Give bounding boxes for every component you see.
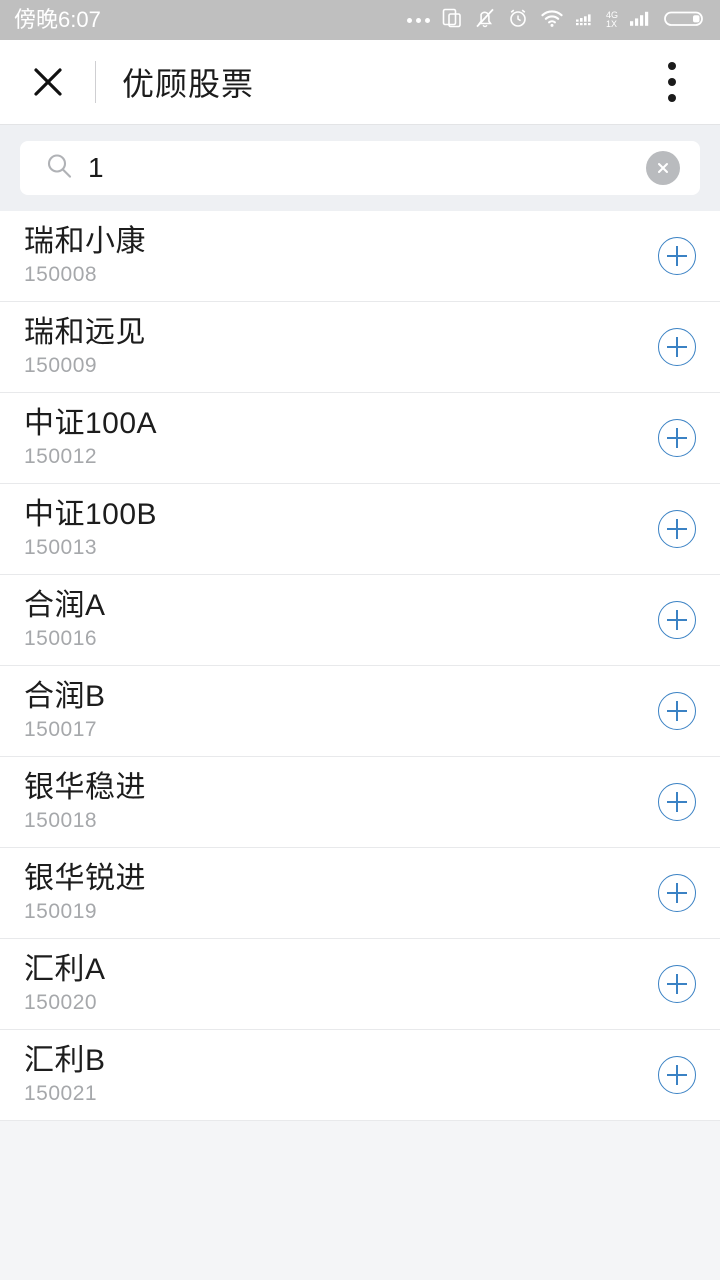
stock-name: 瑞和远见 — [24, 316, 146, 349]
page-title: 优顾股票 — [122, 66, 255, 102]
plus-icon — [667, 337, 687, 357]
table-row[interactable]: 汇利A 150020 — [0, 939, 720, 1030]
row-text-group: 汇利A 150020 — [24, 953, 106, 1015]
row-text-group: 瑞和远见 150009 — [24, 316, 146, 378]
add-stock-button[interactable] — [658, 237, 696, 275]
stock-result-list[interactable]: 瑞和小康 150008 瑞和远见 150009 中证100A 150012 中证100B 15… — [0, 211, 720, 1280]
plus-icon — [667, 519, 687, 539]
table-row[interactable]: 中证100B 150013 — [0, 484, 720, 575]
stock-code: 150020 — [24, 991, 98, 1014]
stock-name: 中证100B — [24, 498, 158, 531]
status-bar-icons: 4G 1X — [406, 0, 706, 40]
overflow-menu-button[interactable] — [650, 56, 694, 108]
add-stock-button[interactable] — [658, 601, 696, 639]
add-stock-button[interactable] — [658, 419, 696, 457]
close-button[interactable] — [26, 60, 70, 104]
stock-name: 合润A — [24, 589, 106, 622]
row-text-group: 中证100B 150013 — [24, 498, 157, 560]
add-stock-button[interactable] — [658, 692, 696, 730]
battery-icon — [664, 7, 706, 34]
row-text-group: 瑞和小康 150008 — [24, 225, 146, 287]
signal-bars-icon — [629, 7, 653, 34]
add-stock-button[interactable] — [658, 783, 696, 821]
stock-code: 150013 — [24, 536, 98, 559]
table-row[interactable]: 瑞和小康 150008 — [0, 211, 720, 302]
table-row[interactable]: 合润A 150016 — [0, 575, 720, 666]
table-row[interactable]: 瑞和远见 150009 — [0, 302, 720, 393]
table-row[interactable]: 汇利B 150021 — [0, 1030, 720, 1121]
status-bar-time: 傍晚6:07 — [14, 7, 101, 32]
alarm-clock-icon — [507, 7, 529, 34]
add-stock-button[interactable] — [658, 874, 696, 912]
stock-code: 150008 — [24, 263, 98, 286]
search-box[interactable] — [20, 141, 700, 195]
plus-icon — [667, 792, 687, 812]
plus-icon — [667, 974, 687, 994]
mute-bell-icon — [474, 7, 496, 34]
network-type-label: 4G 1X — [605, 10, 618, 29]
stock-code: 150019 — [24, 900, 98, 923]
app-screen: 傍晚6:07 4G 1X 优顾股票 1 瑞和小康 150008 瑞和远见 150… — [0, 0, 720, 1280]
plus-icon — [667, 246, 687, 266]
list-empty-area — [0, 1121, 720, 1280]
wifi-icon — [540, 7, 564, 34]
plus-icon — [667, 610, 687, 630]
row-text-group: 银华锐进 150019 — [24, 862, 146, 924]
screen-cast-icon — [441, 7, 463, 34]
add-stock-button[interactable] — [658, 328, 696, 366]
row-text-group: 汇利B 150021 — [24, 1044, 106, 1106]
title-bar: 优顾股票 — [0, 40, 720, 125]
plus-icon — [667, 1065, 687, 1085]
stock-code: 150017 — [24, 718, 98, 741]
plus-icon — [667, 701, 687, 721]
table-row[interactable]: 合润B 150017 — [0, 666, 720, 757]
stock-name: 汇利B — [24, 1044, 106, 1077]
stock-name: 汇利A — [24, 953, 106, 986]
search-input[interactable] — [74, 141, 646, 195]
search-icon — [44, 151, 74, 186]
row-text-group: 合润B 150017 — [24, 680, 106, 742]
stock-code: 150012 — [24, 445, 98, 468]
title-divider — [95, 61, 96, 103]
table-row[interactable]: 银华锐进 150019 — [0, 848, 720, 939]
stock-name: 合润B — [24, 680, 106, 713]
signal-4g-icon — [575, 7, 601, 34]
stock-name: 银华稳进 — [24, 771, 146, 804]
row-text-group: 合润A 150016 — [24, 589, 106, 651]
stock-code: 150009 — [24, 354, 98, 377]
close-icon — [658, 163, 668, 173]
clear-search-button[interactable] — [646, 151, 680, 185]
search-bar-container — [0, 125, 720, 211]
status-bar: 傍晚6:07 4G 1X — [0, 0, 720, 40]
table-row[interactable]: 中证100A 150012 — [0, 393, 720, 484]
stock-code: 150021 — [24, 1082, 98, 1105]
stock-code: 150018 — [24, 809, 98, 832]
row-text-group: 中证100A 150012 — [24, 407, 157, 469]
stock-name: 中证100A — [24, 407, 158, 440]
row-text-group: 银华稳进 150018 — [24, 771, 146, 833]
add-stock-button[interactable] — [658, 965, 696, 1003]
stock-name: 银华锐进 — [24, 862, 146, 895]
add-stock-button[interactable] — [658, 1056, 696, 1094]
more-dots-icon — [406, 17, 430, 23]
add-stock-button[interactable] — [658, 510, 696, 548]
plus-icon — [667, 883, 687, 903]
stock-code: 150016 — [24, 627, 98, 650]
stock-rows: 瑞和小康 150008 瑞和远见 150009 中证100A 150012 中证100B 15… — [0, 211, 720, 1121]
plus-icon — [667, 428, 687, 448]
kebab-menu-icon — [668, 62, 676, 102]
stock-name: 瑞和小康 — [24, 225, 146, 258]
close-icon — [34, 68, 62, 96]
table-row[interactable]: 银华稳进 150018 — [0, 757, 720, 848]
